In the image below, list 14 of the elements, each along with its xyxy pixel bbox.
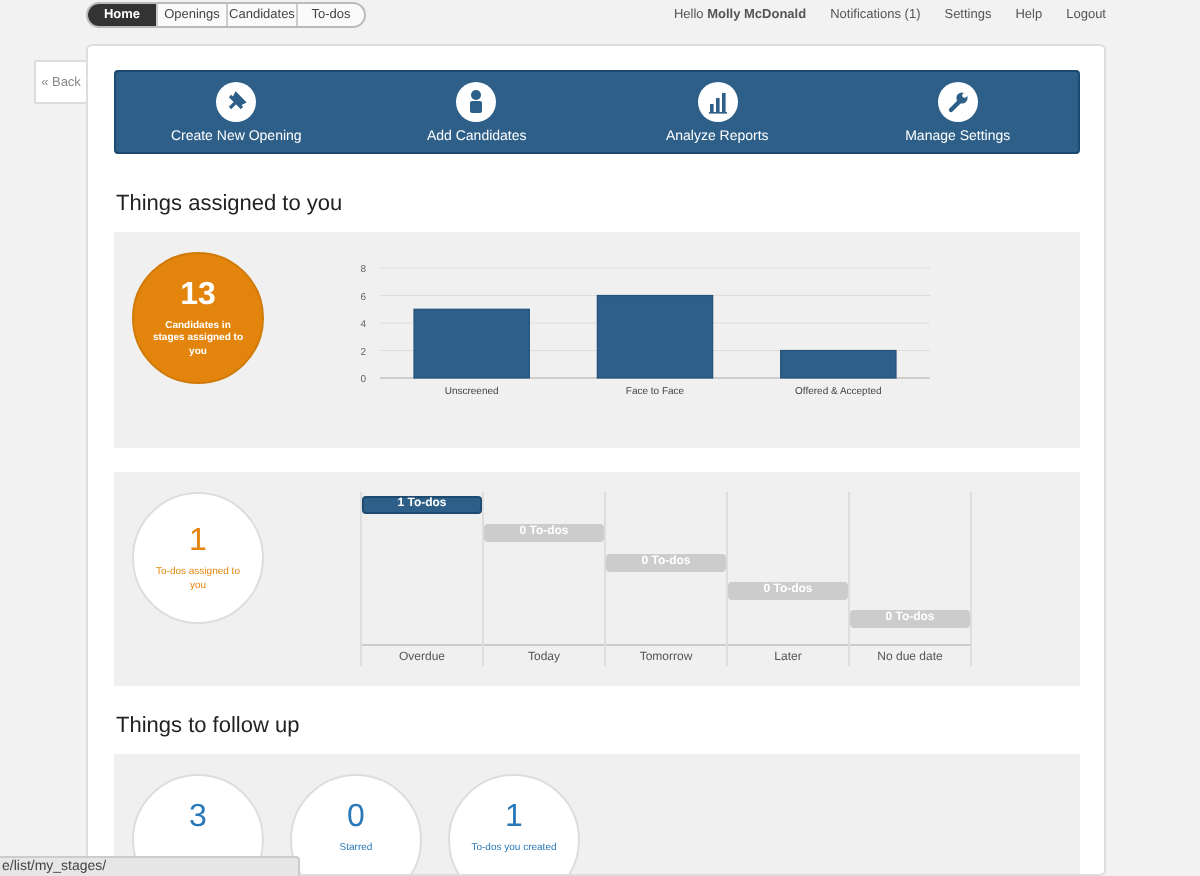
chart-bar bbox=[596, 294, 714, 379]
section-heading: Things to follow up bbox=[116, 714, 302, 738]
wrench-icon bbox=[937, 81, 978, 121]
stat-number: 3 bbox=[189, 800, 207, 836]
chart-bar bbox=[413, 308, 530, 379]
section-heading: Things assigned to you bbox=[116, 192, 345, 216]
stat-number: 1 bbox=[189, 524, 207, 560]
pushpin-icon bbox=[216, 81, 257, 121]
person-icon bbox=[456, 81, 497, 121]
chart-bar bbox=[780, 349, 897, 379]
stat-number: 0 bbox=[347, 800, 365, 836]
stat-number: 13 bbox=[180, 277, 216, 314]
bar-chart-icon bbox=[697, 81, 738, 121]
stat-number: 1 bbox=[505, 800, 523, 836]
